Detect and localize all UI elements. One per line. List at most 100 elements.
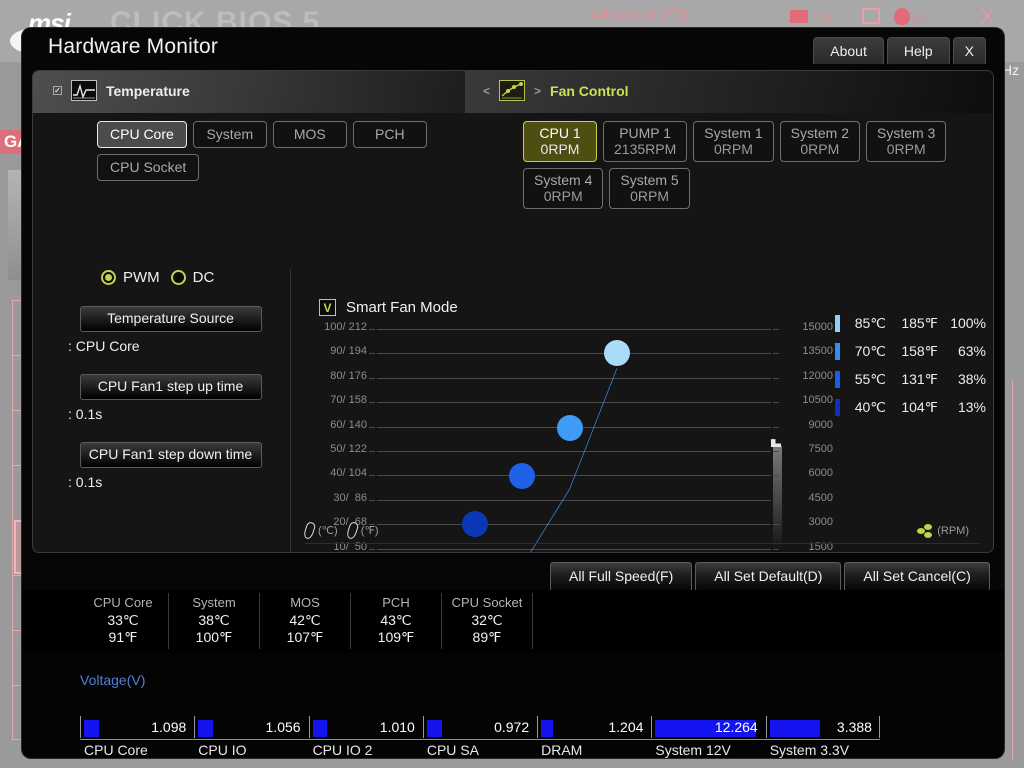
panel-body: PWM DC Temperature Source : CPU Core CPU…	[33, 191, 993, 552]
prev-section-icon[interactable]: <	[483, 84, 490, 98]
voltage-bar	[84, 720, 99, 737]
sensor-celsius: 33℃	[107, 611, 139, 628]
unit-rpm: (RPM)	[917, 523, 969, 538]
sensor-celsius: 42℃	[289, 611, 321, 628]
tick-mark	[369, 353, 375, 355]
voltage-label: System 12V	[655, 742, 731, 758]
temperature-source-button[interactable]: Temperature Source	[79, 306, 262, 332]
screenshot-icon	[790, 10, 808, 23]
voltage-tick	[194, 716, 196, 738]
all-set-default-button[interactable]: All Set Default(D)	[695, 562, 842, 592]
fan-tab-label: System 1	[704, 125, 763, 141]
voltage-bar	[426, 720, 442, 737]
legend-row: 55℃ 131℉ 38%	[835, 365, 993, 393]
sensor-cell: CPU Socket 32℃ 89℉	[442, 593, 533, 649]
fan-tab-label: System 5	[620, 172, 679, 189]
sensor-cell: System 38℃ 100℉	[169, 593, 260, 649]
fan-tab-rpm: 0RPM	[886, 141, 926, 158]
y-axis-right-tick: 15000	[802, 321, 833, 333]
all-set-cancel-button[interactable]: All Set Cancel(C)	[844, 562, 990, 592]
tick-mark	[369, 377, 375, 379]
sensor-celsius: 32℃	[471, 611, 503, 628]
tick-mark	[773, 377, 779, 379]
radio-dc[interactable]: DC	[170, 269, 214, 286]
voltage-tick	[651, 716, 653, 738]
radio-pwm-icon	[101, 270, 116, 285]
voltage-cell: 12.264	[651, 716, 765, 739]
sensor-name: MOS	[290, 595, 320, 611]
sensor-name: System	[192, 595, 236, 611]
legend-row: 40℃ 104℉ 13%	[835, 393, 993, 421]
y-axis-left-tick: 80/ 176	[330, 369, 367, 382]
chart-unit-footer: (℃) (℉) (RPM)	[302, 518, 979, 544]
y-axis-right-tick: 7500	[808, 443, 833, 455]
fan-curve-point-2[interactable]	[508, 462, 535, 489]
fan-tab-label: System 4	[534, 172, 593, 189]
tick-mark	[369, 329, 375, 330]
about-button[interactable]: About	[813, 37, 884, 64]
legend-celsius: 40℃	[854, 398, 886, 415]
bios-frequency-label: Hz	[1002, 62, 1020, 78]
legend-duty-percent: 38%	[957, 371, 986, 387]
tab-pch[interactable]: PCH	[352, 121, 427, 148]
fan-mode-radio-group: PWM DC	[101, 269, 290, 286]
legend-fahrenheit: 104℉	[901, 398, 938, 415]
tick-mark	[773, 426, 779, 428]
tab-cpu-core[interactable]: CPU Core	[97, 121, 187, 148]
tick-mark	[369, 475, 375, 477]
legend-row: 85℃ 185℉ 100%	[835, 309, 993, 337]
fan-tab-rpm: 0RPM	[540, 141, 580, 158]
voltage-section-title: Voltage(V)	[80, 672, 146, 688]
tab-mos[interactable]: MOS	[272, 121, 347, 148]
voltage-label: CPU SA	[426, 742, 479, 758]
temperature-source-value: : CPU Core	[68, 338, 140, 354]
fan-curve-legend: 85℃ 185℉ 100% 70℃ 158℉ 63% 55℃ 131℉ 38% 40℃ 104℉ 13…	[835, 309, 993, 421]
thermometer-icon	[345, 521, 360, 540]
tab-fan-pump-1[interactable]: PUMP 1 2135RPM	[603, 121, 688, 163]
legend-fahrenheit: 158℉	[901, 342, 938, 359]
y-axis-right-tick: 12000	[802, 369, 833, 382]
radio-dc-icon	[170, 270, 186, 285]
tab-system[interactable]: System	[192, 121, 267, 148]
sensor-fahrenheit: 89℉	[472, 629, 502, 646]
tab-fan-system-2[interactable]: System 2 0RPM	[779, 121, 860, 163]
tick-mark	[773, 451, 779, 452]
fan-speed-handle-icon[interactable]	[771, 439, 781, 448]
sensor-cell: CPU Core 33℃ 91℉	[78, 593, 169, 649]
voltage-value: 1.098	[151, 719, 187, 735]
voltage-label: CPU Core	[84, 742, 148, 758]
step-up-time-button[interactable]: CPU Fan1 step up time	[79, 374, 262, 400]
voltage-value: 12.264	[714, 719, 758, 735]
voltage-bar	[541, 720, 553, 737]
unit-fahrenheit-label: (℉)	[360, 525, 379, 537]
tab-cpu-socket[interactable]: CPU Socket	[97, 154, 200, 181]
tab-fan-system-1[interactable]: System 1 0RPM	[693, 121, 774, 163]
dialog-titlebar: Hardware Monitor About Help X	[22, 28, 1004, 70]
sensor-status-bar: CPU Core 33℃ 91℉ System 38℃ 100℉ MOS 42℃ 107℉ PCH…	[22, 590, 1004, 652]
sensor-fahrenheit: 109℉	[377, 629, 415, 646]
legend-celsius: 85℃	[854, 314, 886, 331]
all-full-speed-button[interactable]: All Full Speed(F)	[550, 562, 693, 592]
voltage-tick	[765, 716, 767, 738]
close-button[interactable]: X	[952, 37, 986, 64]
radio-pwm[interactable]: PWM	[101, 269, 160, 286]
tick-mark	[773, 402, 779, 404]
bios-f12-label: F12	[812, 10, 833, 24]
tab-fan-cpu-1[interactable]: CPU 1 0RPM	[523, 121, 597, 163]
legend-row: 70℃ 158℉ 63%	[835, 337, 993, 365]
smart-fan-mode-toggle[interactable]: V Smart Fan Mode	[319, 299, 458, 316]
help-button[interactable]: Help	[886, 37, 950, 64]
step-down-time-button[interactable]: CPU Fan1 step down time	[79, 442, 262, 468]
checkbox-icon: ✓	[53, 86, 62, 95]
voltage-cell: 3.388	[765, 716, 880, 739]
next-section-icon[interactable]: >	[534, 84, 541, 98]
action-button-row: All Full Speed(F) All Set Default(D) All…	[550, 562, 990, 592]
language-icon	[894, 8, 910, 25]
unit-celsius-label: (℃)	[318, 525, 338, 537]
sensor-name: CPU Socket	[451, 595, 523, 611]
fan-curve-point-3[interactable]	[556, 415, 583, 442]
fan-curve-point-4[interactable]	[603, 340, 630, 367]
voltage-cell: 1.056	[194, 716, 308, 739]
y-axis-left-tick: 40/ 104	[330, 467, 367, 480]
tab-fan-system-3[interactable]: System 3 0RPM	[865, 121, 947, 163]
